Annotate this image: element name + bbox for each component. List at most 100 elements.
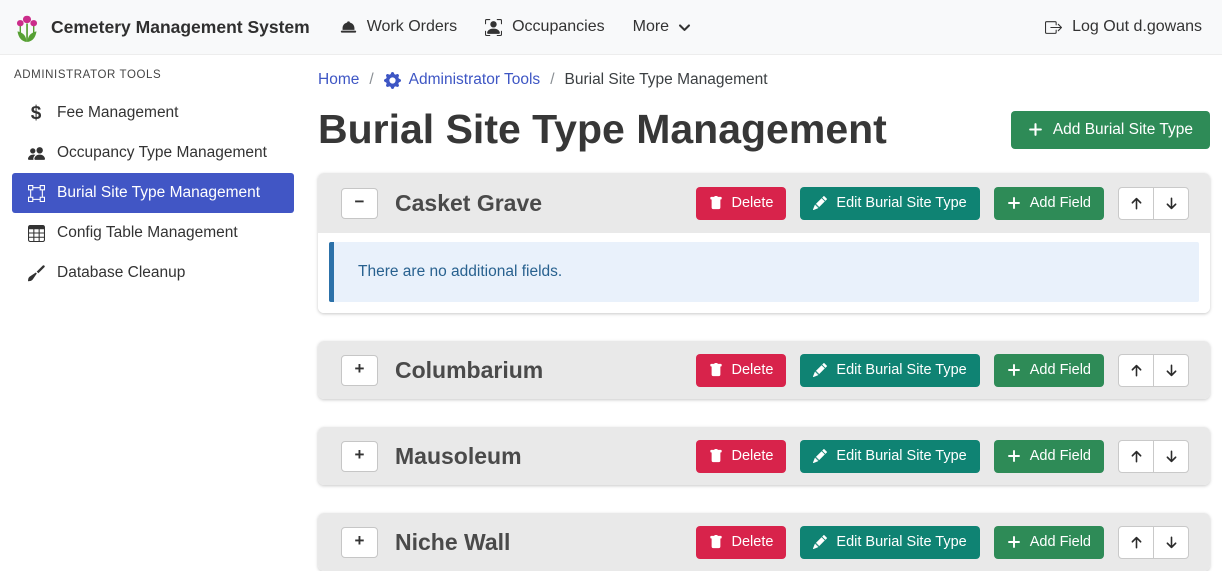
- delete-button[interactable]: Delete: [696, 354, 787, 387]
- main-content: Home / Administrator Tools / Burial Site…: [303, 55, 1222, 556]
- edit-burial-site-type-button[interactable]: Edit Burial Site Type: [800, 440, 979, 473]
- move-down-button[interactable]: [1153, 440, 1189, 473]
- person-bounding-box-icon: [485, 19, 502, 36]
- reorder-buttons: [1118, 440, 1189, 473]
- expand-panel-button[interactable]: +: [341, 527, 378, 558]
- collapse-panel-button[interactable]: −: [341, 188, 378, 219]
- page-title: Burial Site Type Management: [318, 106, 887, 153]
- nav-item-more[interactable]: More: [619, 10, 705, 44]
- move-down-button[interactable]: [1153, 187, 1189, 220]
- plus-icon: [1007, 196, 1021, 210]
- panel-actions: Delete Edit Burial Site Type Add Field: [696, 526, 1190, 559]
- breadcrumb-section-link[interactable]: Administrator Tools: [384, 71, 541, 89]
- panel-casket-grave: −Casket Grave Delete Edit Burial Site Type…: [318, 173, 1210, 313]
- table-icon: [26, 225, 46, 242]
- dollar-icon: $: [26, 104, 46, 123]
- reorder-buttons: [1118, 526, 1189, 559]
- move-up-button[interactable]: [1118, 526, 1154, 559]
- burial-site-type-panels: −Casket Grave Delete Edit Burial Site Type…: [318, 173, 1210, 571]
- move-down-button[interactable]: [1153, 354, 1189, 387]
- logout-icon: [1045, 19, 1062, 36]
- expand-panel-button[interactable]: +: [341, 441, 378, 472]
- plus-icon: [1028, 122, 1043, 137]
- move-down-button[interactable]: [1153, 526, 1189, 559]
- add-field-button[interactable]: Add Field: [994, 526, 1104, 559]
- pencil-icon: [813, 535, 827, 549]
- plus-icon: [1007, 449, 1021, 463]
- trash-icon: [709, 196, 723, 210]
- panel-title: Casket Grave: [395, 190, 542, 217]
- sidebar-item-burial-site-type-management[interactable]: Burial Site Type Management: [12, 173, 294, 213]
- add-field-button[interactable]: Add Field: [994, 440, 1104, 473]
- nav-item-work-orders[interactable]: Work Orders: [326, 10, 471, 44]
- panel-title: Columbarium: [395, 357, 543, 384]
- move-up-button[interactable]: [1118, 187, 1154, 220]
- title-row: Burial Site Type Management Add Burial S…: [318, 106, 1210, 153]
- panel-header: + Mausoleum Delete Edit Burial Site Type Add…: [318, 427, 1210, 485]
- logout-button[interactable]: Log Out d.gowans: [1043, 10, 1204, 44]
- expand-panel-button[interactable]: +: [341, 355, 378, 386]
- sidebar-item-fee-management[interactable]: $Fee Management: [12, 93, 294, 133]
- gear-icon: [384, 72, 401, 89]
- chevron-down-icon: [678, 21, 691, 34]
- add-field-button[interactable]: Add Field: [994, 187, 1104, 220]
- panel-title: Mausoleum: [395, 443, 522, 470]
- panel-body: There are no additional fields.: [318, 233, 1210, 313]
- panel-header: + Niche Wall Delete Edit Burial Site Type Ad…: [318, 513, 1210, 571]
- sidebar-item-occupancy-type-management[interactable]: Occupancy Type Management: [12, 133, 294, 173]
- arrow-up-icon: [1129, 449, 1144, 464]
- panel-header: −Casket Grave Delete Edit Burial Site Type…: [318, 173, 1210, 233]
- panel-columbarium: + Columbarium Delete Edit Burial Site Type A…: [318, 341, 1210, 399]
- arrow-down-icon: [1164, 449, 1179, 464]
- admin-sidebar: ADMINISTRATOR TOOLS $Fee Management Occup…: [0, 55, 303, 556]
- panel-actions: Delete Edit Burial Site Type Add Field: [696, 187, 1190, 220]
- trash-icon: [709, 535, 723, 549]
- arrow-up-icon: [1129, 363, 1144, 378]
- sidebar-item-database-cleanup[interactable]: Database Cleanup: [12, 253, 294, 293]
- sidebar-item-label: Config Table Management: [57, 224, 238, 242]
- arrow-up-icon: [1129, 535, 1144, 550]
- people-icon: [26, 145, 46, 162]
- add-burial-site-type-button[interactable]: Add Burial Site Type: [1011, 111, 1210, 149]
- nav-item-occupancies[interactable]: Occupancies: [471, 10, 619, 44]
- pencil-icon: [813, 449, 827, 463]
- panel-actions: Delete Edit Burial Site Type Add Field: [696, 354, 1190, 387]
- panel-title: Niche Wall: [395, 529, 510, 556]
- sidebar-item-label: Occupancy Type Management: [57, 144, 267, 162]
- reorder-buttons: [1118, 354, 1189, 387]
- logout-label: Log Out d.gowans: [1072, 18, 1202, 36]
- delete-button[interactable]: Delete: [696, 187, 787, 220]
- move-up-button[interactable]: [1118, 440, 1154, 473]
- arrow-up-icon: [1129, 196, 1144, 211]
- sidebar-heading: ADMINISTRATOR TOOLS: [14, 69, 294, 81]
- breadcrumb-separator: /: [550, 71, 554, 89]
- hard-hat-icon: [340, 19, 357, 36]
- delete-button[interactable]: Delete: [696, 440, 787, 473]
- plus-icon: [1007, 363, 1021, 377]
- move-up-button[interactable]: [1118, 354, 1154, 387]
- sidebar-item-label: Burial Site Type Management: [57, 184, 260, 202]
- sidebar-item-label: Database Cleanup: [57, 264, 185, 282]
- app-brand[interactable]: Cemetery Management System: [14, 12, 310, 43]
- add-field-button[interactable]: Add Field: [994, 354, 1104, 387]
- app-title: Cemetery Management System: [51, 17, 310, 38]
- sidebar-item-config-table-management[interactable]: Config Table Management: [12, 213, 294, 253]
- edit-burial-site-type-button[interactable]: Edit Burial Site Type: [800, 354, 979, 387]
- reorder-buttons: [1118, 187, 1189, 220]
- no-additional-fields-alert: There are no additional fields.: [329, 242, 1199, 302]
- trash-icon: [709, 363, 723, 377]
- delete-button[interactable]: Delete: [696, 526, 787, 559]
- trash-icon: [709, 449, 723, 463]
- breadcrumb-current: Burial Site Type Management: [565, 71, 768, 89]
- pencil-icon: [813, 363, 827, 377]
- breadcrumb: Home / Administrator Tools / Burial Site…: [318, 66, 1210, 94]
- bounding-box-icon: [26, 185, 46, 202]
- top-navbar: Cemetery Management System Work OrdersOc…: [0, 0, 1222, 55]
- broom-icon: [26, 265, 46, 282]
- edit-burial-site-type-button[interactable]: Edit Burial Site Type: [800, 187, 979, 220]
- arrow-down-icon: [1164, 535, 1179, 550]
- breadcrumb-home-link[interactable]: Home: [318, 71, 359, 89]
- plus-icon: [1007, 535, 1021, 549]
- edit-burial-site-type-button[interactable]: Edit Burial Site Type: [800, 526, 979, 559]
- tulip-logo-icon: [14, 12, 40, 43]
